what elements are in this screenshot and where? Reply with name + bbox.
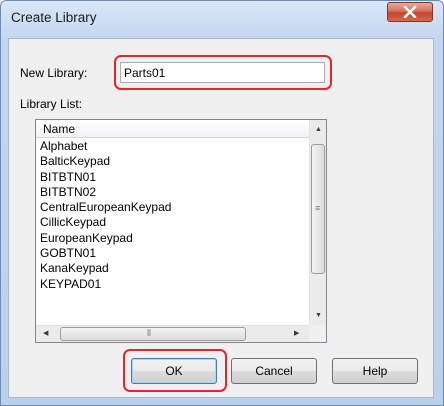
list-item[interactable]: EuropeanKeypad — [40, 231, 171, 246]
cancel-button[interactable]: Cancel — [231, 358, 317, 384]
list-item[interactable]: CillicKeypad — [40, 215, 171, 230]
list-item[interactable]: KEYPAD01 — [40, 277, 171, 292]
library-list[interactable]: Name Alphabet BalticKeypad BITBTN01 BITB… — [35, 119, 327, 343]
grip-icon: ⦀ — [147, 328, 151, 338]
create-library-dialog: Create Library New Library: Library List… — [0, 0, 444, 406]
library-list-label: Library List: — [20, 97, 83, 111]
scroll-right-arrow-icon[interactable]: ▶ — [294, 330, 299, 337]
grip-icon: ≡ — [315, 203, 321, 213]
list-item[interactable]: GOBTN01 — [40, 246, 171, 261]
name-column-header[interactable]: Name — [36, 120, 309, 138]
scrollbar-corner — [309, 325, 326, 342]
library-list-rows: Alphabet BalticKeypad BITBTN01 BITBTN02 … — [40, 139, 171, 292]
dialog-content: New Library: Library List: Name Alphabet… — [8, 38, 434, 398]
close-button[interactable] — [387, 2, 433, 22]
list-item[interactable]: CentralEuropeanKeypad — [40, 200, 171, 215]
list-item[interactable]: Alphabet — [40, 139, 171, 154]
help-button[interactable]: Help — [332, 358, 418, 384]
close-icon — [403, 6, 417, 18]
name-column-label: Name — [43, 122, 76, 136]
list-item[interactable]: BalticKeypad — [40, 154, 171, 169]
list-item[interactable]: BITBTN02 — [40, 185, 171, 200]
list-item[interactable]: BITBTN01 — [40, 170, 171, 185]
vertical-scroll-thumb[interactable]: ≡ — [311, 144, 325, 274]
ok-button[interactable]: OK — [131, 358, 217, 384]
horizontal-scroll-thumb[interactable]: ⦀ — [60, 327, 246, 341]
scroll-up-arrow-icon[interactable]: ▲ — [315, 126, 322, 133]
horizontal-scrollbar[interactable]: ◀ ⦀ ▶ — [36, 325, 309, 342]
window-title: Create Library — [11, 10, 97, 25]
scroll-down-arrow-icon[interactable]: ▼ — [315, 312, 322, 319]
vertical-scrollbar[interactable]: ▲ ≡ ▼ — [309, 120, 326, 325]
title-bar[interactable]: Create Library — [1, 1, 443, 37]
list-item[interactable]: KanaKeypad — [40, 261, 171, 276]
new-library-input[interactable] — [120, 62, 325, 83]
scroll-left-arrow-icon[interactable]: ◀ — [43, 330, 48, 337]
new-library-label: New Library: — [20, 66, 88, 80]
